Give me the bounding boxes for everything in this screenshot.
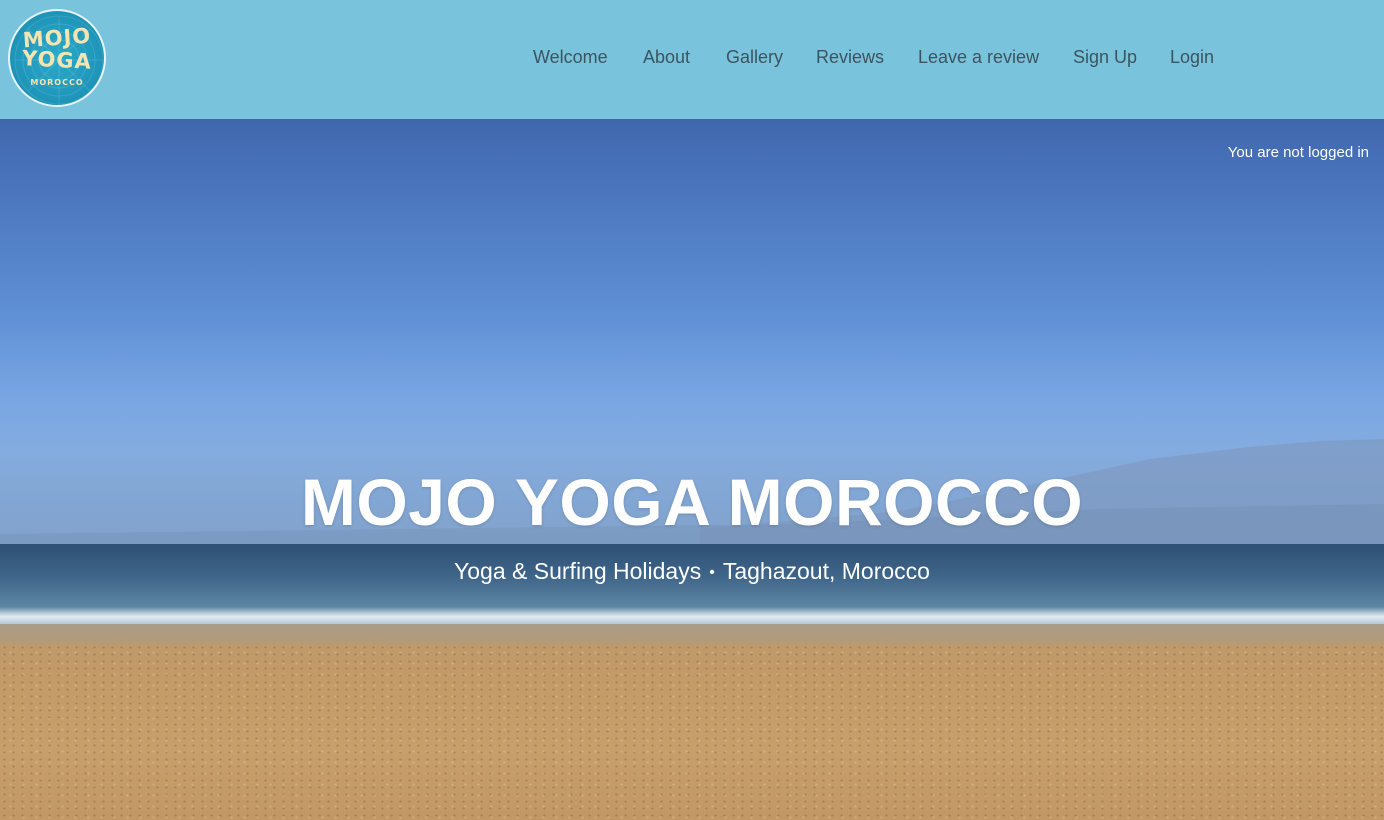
hero-sand-texture	[0, 644, 1384, 820]
nav-signup-link[interactable]: Sign Up	[1073, 45, 1137, 69]
hero-title: MOJO YOGA MOROCCO	[300, 465, 1084, 539]
nav-gallery-link[interactable]: Gallery	[726, 45, 783, 69]
nav-leave-review-link[interactable]: Leave a review	[918, 45, 1039, 69]
main-nav: Welcome About Gallery Reviews Leave a re…	[0, 45, 1384, 71]
nav-welcome-link[interactable]: Welcome	[533, 45, 608, 69]
nav-about-link[interactable]: About	[643, 45, 690, 69]
hero-subtitle-activities: Yoga & Surfing Holidays	[454, 558, 702, 584]
hero-banner: You are not logged in MOJO YOGA MOROCCO …	[0, 119, 1384, 820]
hero-subtitle-location: Taghazout, Morocco	[722, 558, 930, 584]
top-navbar: MOJO YOGA MOROCCO Welcome About Gallery …	[0, 0, 1384, 119]
hero-subtitle-separator: •	[709, 564, 715, 581]
login-status-text: You are not logged in	[1227, 144, 1369, 161]
nav-reviews-link[interactable]: Reviews	[816, 45, 884, 69]
hero-subtitle: Yoga & Surfing Holidays • Taghazout, Moroc…	[0, 557, 1384, 587]
nav-login-link[interactable]: Login	[1170, 45, 1214, 69]
logo-text-line3: MOROCCO	[30, 78, 84, 87]
